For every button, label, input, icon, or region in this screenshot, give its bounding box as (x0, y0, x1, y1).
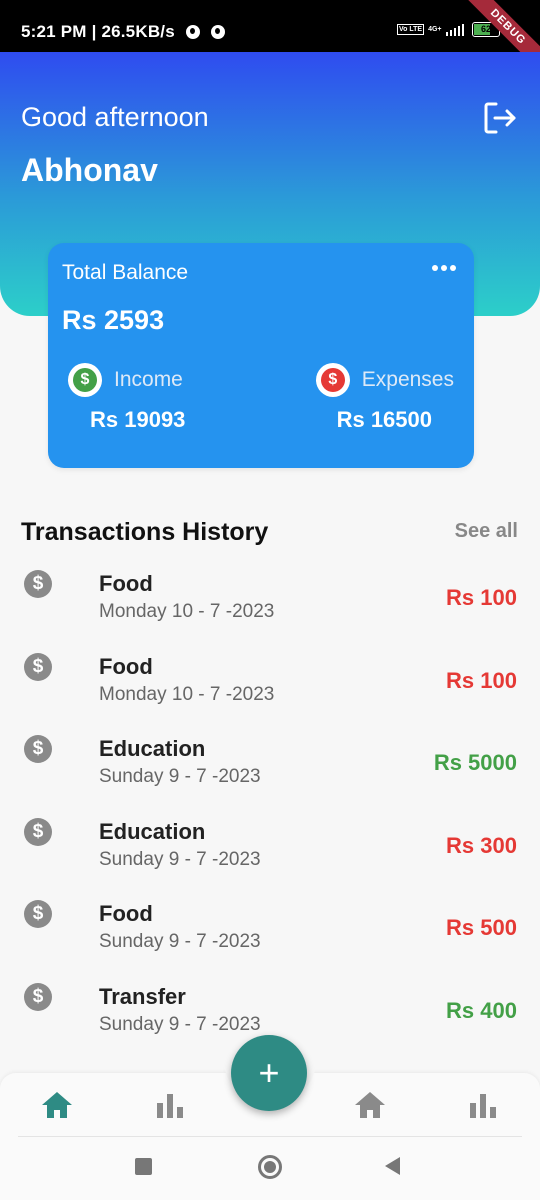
transaction-amount: Rs 400 (446, 997, 517, 1023)
expense-section: $ Expenses (315, 363, 454, 397)
status-indicators: Vo LTE 4G+ 62 (396, 22, 500, 37)
network-type: 4G+ (428, 26, 442, 33)
transaction-amount: Rs 5000 (433, 750, 517, 775)
balance-card[interactable]: Total Balance Rs 2593 $ Income Rs 19093 … (48, 243, 474, 468)
transaction-date: Sunday 9 - 7 -2023 (99, 848, 261, 870)
greeting-text: Good afternoon (21, 102, 209, 132)
dollar-icon: $ (24, 900, 52, 928)
balance-amount: Rs 2593 (62, 305, 165, 335)
balance-label: Total Balance (62, 261, 189, 284)
transaction-item[interactable]: $ Food Monday 10 - 7 -2023 Rs 100 (0, 566, 540, 649)
transaction-category: Food (99, 653, 153, 679)
transaction-amount: Rs 100 (446, 667, 517, 693)
stats-icon[interactable] (465, 1087, 501, 1123)
notification-icon (185, 25, 200, 39)
see-all-link[interactable]: See all (455, 520, 518, 543)
transaction-amount: Rs 500 (446, 915, 517, 940)
income-icon: $ (68, 363, 102, 397)
transaction-date: Sunday 9 - 7 -2023 (99, 1013, 261, 1035)
transaction-category: Transfer (99, 983, 186, 1009)
transaction-category: Food (99, 901, 153, 926)
transactions-title: Transactions History (21, 518, 269, 546)
username: Abhonav (21, 152, 158, 188)
income-label: Income (114, 368, 183, 391)
dollar-icon: $ (24, 817, 52, 846)
transaction-item[interactable]: $ Food Monday 10 - 7 -2023 Rs 100 (0, 649, 540, 732)
dollar-icon: $ (24, 652, 52, 681)
transaction-amount: Rs 100 (446, 585, 517, 610)
transaction-item[interactable]: $ Education Sunday 9 - 7 -2023 Rs 300 (0, 814, 540, 897)
transaction-item[interactable]: $ Education Sunday 9 - 7 -2023 Rs 5000 (0, 731, 540, 814)
income-section: $ Income (68, 363, 183, 397)
home-icon[interactable] (352, 1087, 388, 1123)
transactions-list: $ Food Monday 10 - 7 -2023 Rs 100 $ Food… (0, 566, 540, 1061)
transaction-item[interactable]: $ Food Sunday 9 - 7 -2023 Rs 500 (0, 896, 540, 979)
transaction-date: Sunday 9 - 7 -2023 (99, 766, 261, 787)
add-transaction-button[interactable]: + (231, 1035, 307, 1111)
income-amount: Rs 19093 (90, 407, 186, 432)
recent-apps-icon[interactable] (135, 1158, 152, 1175)
logout-icon[interactable] (482, 100, 518, 136)
back-icon[interactable] (385, 1157, 400, 1175)
system-navigation-bar (0, 1137, 540, 1200)
dollar-icon: $ (24, 570, 52, 598)
signal-icon (445, 23, 464, 36)
home-icon[interactable] (39, 1087, 75, 1123)
transaction-amount: Rs 300 (446, 832, 517, 858)
transaction-category: Education (99, 818, 206, 844)
transaction-category: Food (99, 571, 153, 596)
status-bar: 5:21 PM | 26.5KB/s Vo LTE 4G+ 62 DEBUG (0, 0, 540, 76)
more-options-icon[interactable] (432, 265, 456, 271)
notification-icon (210, 25, 225, 39)
dollar-icon: $ (24, 735, 52, 763)
expense-label: Expenses (361, 368, 454, 391)
status-time: 5:21 PM | 26.5KB/s (21, 22, 175, 41)
stats-icon[interactable] (152, 1087, 188, 1123)
dollar-icon: $ (24, 982, 52, 1011)
transaction-date: Monday 10 - 7 -2023 (99, 683, 275, 705)
transaction-category: Education (99, 736, 206, 761)
transaction-date: Monday 10 - 7 -2023 (99, 601, 275, 622)
expense-icon: $ (315, 363, 350, 397)
expense-amount: Rs 16500 (336, 407, 432, 432)
status-time-speed: 5:21 PM | 26.5KB/s (21, 22, 225, 42)
volte-icon: Vo LTE (396, 24, 425, 35)
home-button-icon[interactable] (258, 1155, 282, 1179)
transaction-date: Sunday 9 - 7 -2023 (99, 931, 261, 952)
